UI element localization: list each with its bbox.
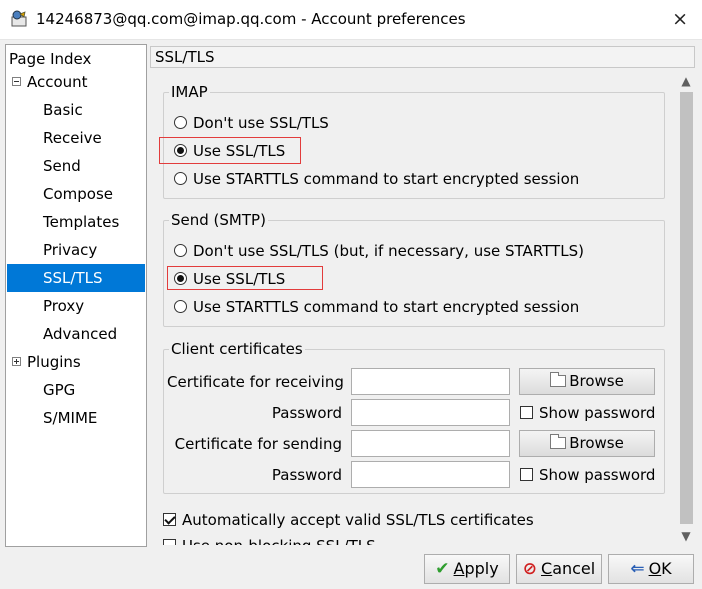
checkbox-checked-icon[interactable] — [163, 513, 176, 526]
send-starttls-radio[interactable]: Use STARTTLS command to start encrypted … — [174, 296, 579, 318]
app-icon — [11, 10, 27, 27]
client-certificates-group: Client certificates Certificate for rece… — [163, 339, 665, 494]
checkbox-label: Automatically accept valid SSL/TLS certi… — [182, 511, 534, 529]
tree-item-privacy[interactable]: Privacy — [7, 236, 145, 264]
enter-arrow-icon: ⇐ — [630, 559, 645, 579]
tree-item-plugins[interactable]: Plugins — [7, 348, 145, 376]
send-cert-label: Certificate for sending — [174, 435, 342, 453]
tree-label: Plugins — [27, 353, 81, 371]
browse-receive-button[interactable]: Browse — [519, 368, 655, 395]
collapse-icon[interactable] — [12, 77, 21, 86]
certificates-group-title: Client certificates — [169, 339, 305, 359]
close-icon[interactable]: × — [672, 9, 688, 29]
tree-item-send[interactable]: Send — [7, 152, 145, 180]
tree-label: Send — [43, 157, 81, 175]
cancel-icon: ⊘ — [522, 559, 538, 579]
title-bar: 14246873@qq.com@imap.qq.com - Account pr… — [0, 0, 702, 40]
button-accel: A — [453, 559, 465, 578]
button-label: pply — [464, 559, 499, 578]
radio-icon[interactable] — [174, 172, 187, 185]
tree-item-account[interactable]: Account — [7, 68, 145, 96]
tree-label: Advanced — [43, 325, 118, 343]
send-password-label: Password — [271, 466, 342, 484]
radio-icon[interactable] — [174, 116, 187, 129]
apply-button[interactable]: ✔ Apply — [424, 554, 510, 584]
expand-icon[interactable] — [12, 357, 21, 366]
folder-icon — [550, 434, 567, 449]
scrollbar-thumb[interactable] — [680, 92, 693, 524]
tree-label: Compose — [43, 185, 114, 203]
dialog-body: Page Index Account Basic Receive Send Co… — [0, 40, 702, 589]
send-group: Send (SMTP) Don't use SSL/TLS (but, if n… — [163, 210, 665, 327]
receive-password-input[interactable] — [351, 399, 510, 426]
send-group-title: Send (SMTP) — [169, 210, 268, 230]
imap-group-title: IMAP — [169, 82, 210, 102]
checkmark-icon: ✔ — [435, 559, 450, 579]
auto-accept-checkbox[interactable]: Automatically accept valid SSL/TLS certi… — [163, 509, 534, 531]
tree-label: Proxy — [43, 297, 85, 315]
tree-item-advanced[interactable]: Advanced — [7, 320, 145, 348]
button-label: Browse — [569, 372, 624, 390]
button-label: ancel — [552, 559, 596, 578]
button-label: Browse — [569, 434, 624, 452]
window-title: 14246873@qq.com@imap.qq.com - Account pr… — [36, 10, 466, 28]
tree-item-ssl-tls[interactable]: SSL/TLS — [7, 264, 145, 292]
tree-item-proxy[interactable]: Proxy — [7, 292, 145, 320]
page-index-tree: Page Index Account Basic Receive Send Co… — [5, 44, 147, 547]
non-blocking-ssl-checkbox[interactable]: Use non-blocking SSL/TLS — [163, 535, 376, 545]
ok-button[interactable]: ⇐ OK — [608, 554, 694, 584]
tree-label: S/MIME — [43, 409, 98, 427]
scroll-up-icon[interactable]: ▲ — [677, 72, 695, 90]
scroll-down-icon[interactable]: ▼ — [677, 527, 695, 545]
checkbox-icon[interactable] — [163, 539, 176, 545]
radio-icon[interactable] — [174, 300, 187, 313]
tree-item-gpg[interactable]: GPG — [7, 376, 145, 404]
send-cert-input[interactable] — [351, 430, 510, 457]
checkbox-label: Show password — [539, 404, 656, 422]
radio-label: Don't use SSL/TLS — [193, 114, 329, 132]
receive-password-label: Password — [271, 404, 342, 422]
tree-label: Receive — [43, 129, 102, 147]
show-send-password-checkbox[interactable]: Show password — [520, 464, 655, 486]
imap-no-ssl-radio[interactable]: Don't use SSL/TLS — [174, 112, 329, 134]
button-label: K — [661, 559, 672, 578]
page-title: SSL/TLS — [150, 46, 695, 68]
tree-label: Account — [27, 73, 88, 91]
page-index-header: Page Index — [9, 50, 92, 68]
imap-group: IMAP Don't use SSL/TLS Use SSL/TLS Use S… — [159, 82, 665, 199]
radio-label: Use STARTTLS command to start encrypted … — [193, 170, 580, 188]
checkbox-icon[interactable] — [520, 406, 533, 419]
receive-cert-label: Certificate for receiving — [167, 373, 344, 391]
tree-label: Basic — [43, 101, 83, 119]
tree-item-smime[interactable]: S/MIME — [7, 404, 145, 432]
radio-label: Don't use SSL/TLS (but, if necessary, us… — [193, 242, 584, 260]
cancel-button[interactable]: ⊘ Cancel — [516, 554, 602, 584]
send-password-input[interactable] — [351, 461, 510, 488]
checkbox-label: Use non-blocking SSL/TLS — [182, 537, 376, 545]
radio-icon[interactable] — [174, 244, 187, 257]
tree-item-receive[interactable]: Receive — [7, 124, 145, 152]
checkbox-label: Show password — [539, 466, 656, 484]
folder-icon — [550, 372, 567, 387]
button-accel: O — [648, 559, 662, 578]
radio-label: Use STARTTLS command to start encrypted … — [193, 298, 580, 316]
tree-item-basic[interactable]: Basic — [7, 96, 145, 124]
browse-send-button[interactable]: Browse — [519, 430, 655, 457]
checkbox-icon[interactable] — [520, 468, 533, 481]
tree-item-templates[interactable]: Templates — [7, 208, 145, 236]
tree-item-compose[interactable]: Compose — [7, 180, 145, 208]
highlight-box — [159, 137, 301, 164]
receive-cert-input[interactable] — [351, 368, 510, 395]
tree-label: SSL/TLS — [43, 269, 103, 287]
settings-panel: IMAP Don't use SSL/TLS Use SSL/TLS Use S… — [150, 68, 695, 545]
send-no-ssl-radio[interactable]: Don't use SSL/TLS (but, if necessary, us… — [174, 240, 584, 262]
tree-label: Privacy — [43, 241, 98, 259]
highlight-box — [167, 266, 323, 290]
vertical-scrollbar[interactable]: ▲ ▼ — [677, 72, 695, 545]
tree-label: Templates — [43, 213, 120, 231]
button-accel: C — [541, 559, 553, 578]
show-receive-password-checkbox[interactable]: Show password — [520, 402, 655, 424]
tree-label: GPG — [43, 381, 76, 399]
imap-starttls-radio[interactable]: Use STARTTLS command to start encrypted … — [174, 168, 579, 190]
